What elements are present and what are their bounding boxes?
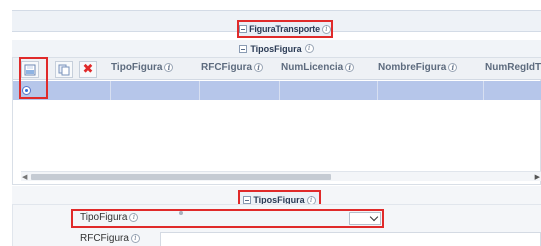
collapse-icon[interactable] <box>239 44 248 53</box>
field-label-text: RFCFigura <box>80 233 129 244</box>
column-header-numregidtri[interactable]: NumRegIdTri <box>485 62 541 73</box>
info-icon[interactable]: i <box>254 63 264 72</box>
scroll-left-icon[interactable]: ◀ <box>22 173 27 181</box>
info-icon[interactable]: i <box>130 234 140 243</box>
column-header-tipofigura[interactable]: TipoFigura i <box>111 62 174 73</box>
info-icon[interactable]: i <box>164 63 174 72</box>
cell-divider <box>199 81 200 100</box>
copy-record-button[interactable] <box>55 61 73 78</box>
table-row[interactable] <box>13 81 541 100</box>
delete-record-button[interactable]: ✖ <box>79 61 97 78</box>
cell-divider <box>377 81 378 100</box>
column-header-numlicencia[interactable]: NumLicencia i <box>281 62 355 73</box>
grid-header-row: ✖ TipoFigura i RFCFigura i NumLicencia i… <box>13 58 541 80</box>
cell-divider <box>483 81 484 100</box>
info-icon[interactable]: i <box>448 63 458 72</box>
sub-section-title: TiposFigura <box>250 43 302 54</box>
column-label: RFCFigura <box>201 62 253 73</box>
add-button-highlight <box>19 57 48 99</box>
column-label: NumRegIdTri <box>485 62 541 73</box>
collapse-icon[interactable] <box>243 196 252 204</box>
cell-divider <box>110 81 111 100</box>
figura-transporte-header[interactable]: FiguraTransporte i <box>237 20 333 38</box>
info-icon[interactable]: i <box>345 63 355 72</box>
column-header-nombrefigura[interactable]: NombreFigura i <box>378 62 458 73</box>
column-label: NumLicencia <box>281 62 344 73</box>
copy-icon <box>58 64 70 75</box>
collapse-icon[interactable] <box>239 25 248 33</box>
info-icon[interactable]: i <box>321 24 331 34</box>
rfcfigura-label: RFCFigura i <box>80 233 140 244</box>
column-label: NombreFigura <box>378 62 447 73</box>
delete-x-icon: ✖ <box>82 62 94 77</box>
scroll-right-icon[interactable]: ▶ <box>535 173 540 181</box>
column-label: TipoFigura <box>111 62 163 73</box>
tipofigura-field-highlight <box>71 209 384 228</box>
scrollbar-thumb[interactable] <box>31 174 331 180</box>
app-frame: FiguraTransporte i TiposFigura i ✖ TipoF… <box>0 0 541 246</box>
horizontal-scrollbar[interactable]: ◀ ▶ <box>21 171 541 181</box>
section-title: FiguraTransporte <box>249 24 320 34</box>
tipos-figura-grid-header[interactable]: TiposFigura i <box>12 40 541 57</box>
info-icon[interactable]: i <box>304 44 314 53</box>
cell-divider <box>279 81 280 100</box>
column-header-rfcfigura[interactable]: RFCFigura i <box>201 62 264 73</box>
tipos-figura-grid: ✖ TipoFigura i RFCFigura i NumLicencia i… <box>12 57 541 185</box>
rfcfigura-input[interactable] <box>160 232 541 246</box>
